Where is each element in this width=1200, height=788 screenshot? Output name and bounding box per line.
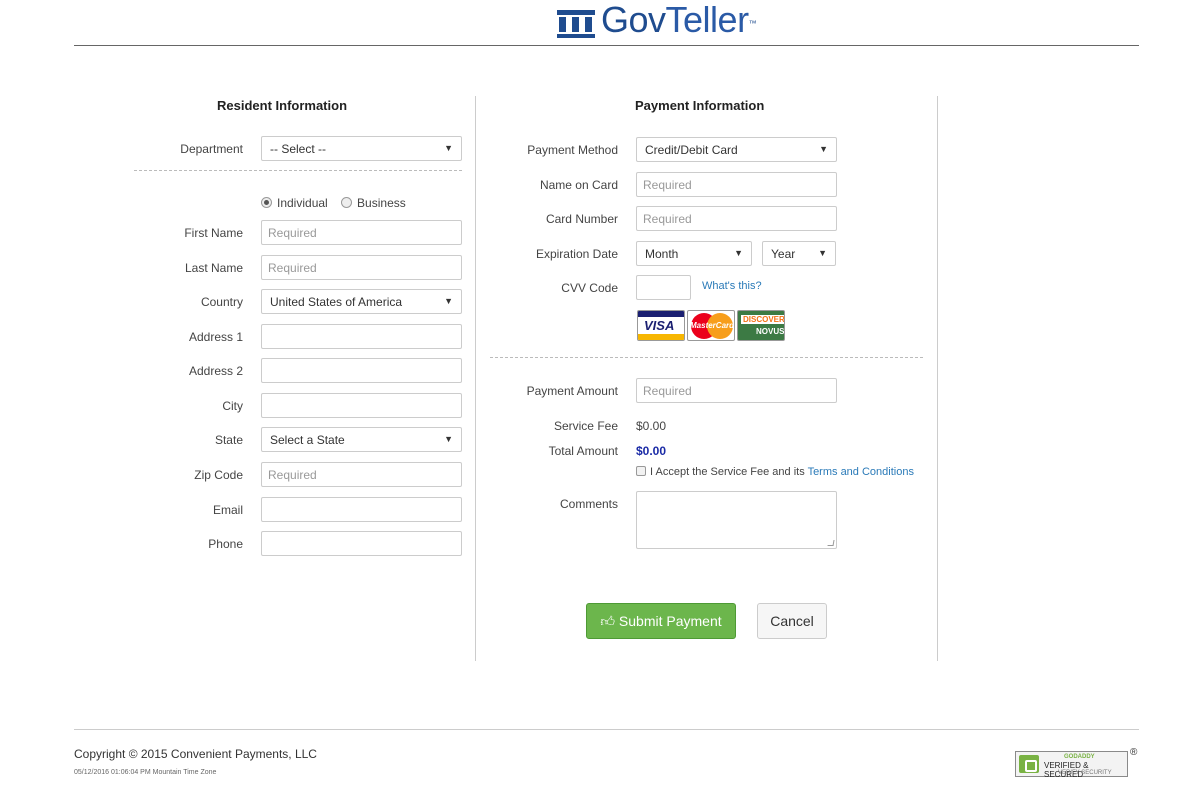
phone-input[interactable] [261, 531, 462, 556]
payment-heading: Payment Information [635, 98, 765, 113]
total-amount-value: $0.00 [636, 444, 667, 458]
comments-label: Comments [559, 497, 618, 511]
name-on-card-label: Name on Card [539, 178, 618, 192]
department-label: Department [180, 142, 243, 156]
service-fee-value: $0.00 [636, 419, 667, 433]
column-divider [937, 96, 938, 661]
card-number-label: Card Number [545, 212, 618, 226]
state-select[interactable]: Select a State ▼ [261, 427, 462, 452]
radio-business[interactable]: Business [341, 196, 406, 210]
customer-type-radios: Individual Business [261, 196, 406, 210]
comments-textarea[interactable] [636, 491, 837, 549]
first-name-label: First Name [184, 226, 243, 240]
cvv-input[interactable] [636, 275, 691, 300]
state-label: State [214, 433, 243, 447]
submit-payment-button[interactable]: 👍︎ Submit Payment [586, 603, 736, 639]
email-label: Email [212, 503, 243, 517]
visa-logo: VISA [637, 310, 685, 341]
accept-text: I Accept the Service Fee and its [650, 466, 805, 478]
timestamp: 05/12/2016 01:06:04 PM Mountain Time Zon… [74, 769, 217, 776]
terms-link[interactable]: Terms and Conditions [808, 466, 914, 478]
divider [134, 170, 462, 171]
expiration-year-select[interactable]: Year ▼ [762, 241, 836, 266]
dropdown-arrow-icon: ▼ [819, 144, 828, 154]
phone-label: Phone [208, 537, 243, 551]
payment-method-select[interactable]: Credit/Debit Card ▼ [636, 137, 837, 162]
discover-logo: DISCOVER NOVUS [737, 310, 785, 341]
copyright: Copyright © 2015 Convenient Payments, LL… [74, 747, 317, 761]
cvv-label: CVV Code [561, 281, 618, 295]
dropdown-arrow-icon: ▼ [444, 296, 453, 306]
department-select[interactable]: -- Select -- ▼ [261, 136, 462, 161]
service-fee-label: Service Fee [553, 419, 618, 433]
resident-heading: Resident Information [217, 98, 348, 113]
total-amount-label: Total Amount [548, 444, 618, 458]
last-name-label: Last Name [184, 261, 243, 275]
city-label: City [222, 399, 243, 413]
country-label: Country [200, 295, 243, 309]
dropdown-arrow-icon: ▼ [818, 248, 827, 258]
mastercard-logo: MasterCard [687, 310, 735, 341]
address2-label: Address 2 [188, 364, 243, 378]
expiration-label: Expiration Date [535, 247, 618, 261]
radio-individual[interactable]: Individual [261, 196, 328, 210]
cancel-button[interactable]: Cancel [757, 603, 827, 639]
city-input[interactable] [261, 393, 462, 418]
name-on-card-input[interactable]: Required [636, 172, 837, 197]
payment-method-label: Payment Method [527, 143, 618, 157]
accept-terms: I Accept the Service Fee and its Terms a… [636, 466, 914, 478]
footer-divider [74, 729, 1139, 730]
expiration-month-select[interactable]: Month ▼ [636, 241, 752, 266]
thumbs-up-icon: 👍︎ [600, 613, 616, 629]
address1-label: Address 1 [188, 330, 243, 344]
godaddy-verified-badge[interactable]: GODADDY VERIFIED & SECURED VERIFY SECURI… [1015, 747, 1137, 779]
card-number-input[interactable]: Required [636, 206, 837, 231]
accept-checkbox[interactable] [636, 466, 646, 476]
divider [490, 357, 923, 358]
address1-input[interactable] [261, 324, 462, 349]
dropdown-arrow-icon: ▼ [444, 143, 453, 153]
address2-input[interactable] [261, 358, 462, 383]
whats-this-link[interactable]: What's this? [702, 280, 762, 292]
last-name-input[interactable]: Required [261, 255, 462, 280]
building-icon [557, 6, 595, 38]
email-input[interactable] [261, 497, 462, 522]
payment-amount-label: Payment Amount [526, 384, 618, 398]
zip-label: Zip Code [194, 468, 243, 482]
dropdown-arrow-icon: ▼ [444, 434, 453, 444]
zip-input[interactable]: Required [261, 462, 462, 487]
logo-text: GovTeller™ [601, 0, 757, 40]
column-divider [475, 96, 476, 661]
resize-grip-icon[interactable] [827, 540, 835, 546]
first-name-input[interactable]: Required [261, 220, 462, 245]
govteller-logo: GovTeller™ [557, 0, 757, 40]
payment-amount-input[interactable]: Required [636, 378, 837, 403]
card-logos: VISA MasterCard DISCOVER NOVUS [637, 310, 785, 341]
header: GovTeller™ [74, 0, 1139, 46]
country-select[interactable]: United States of America ▼ [261, 289, 462, 314]
lock-icon [1019, 755, 1039, 773]
dropdown-arrow-icon: ▼ [734, 248, 743, 258]
